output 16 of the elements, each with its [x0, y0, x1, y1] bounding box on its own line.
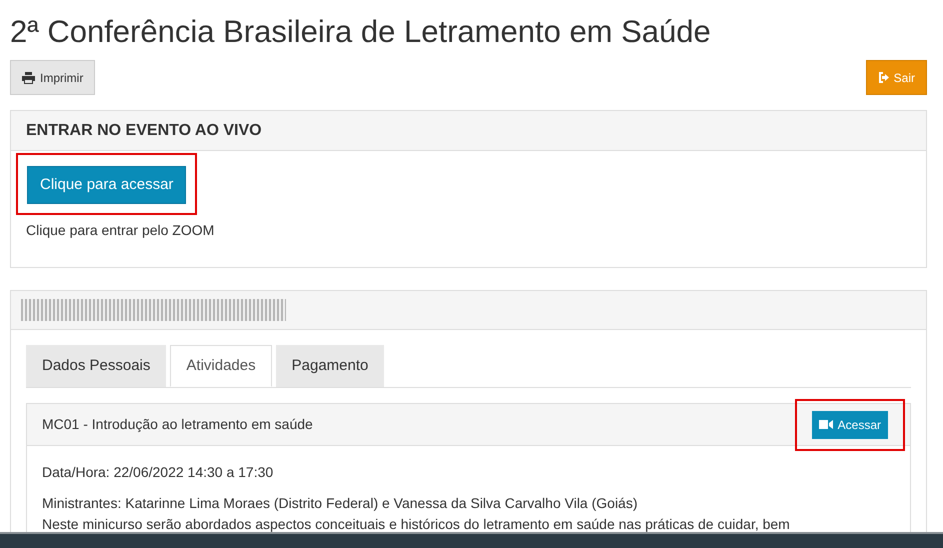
tab[interactable]: Dados Pessoais	[26, 345, 166, 387]
page-title: 2ª Conferência Brasileira de Letramento em Saúde	[10, 13, 711, 51]
activity-datetime: Data/Hora: 22/06/2022 14:30 a 17:30	[42, 463, 274, 482]
activity-description: Neste minicurso serão abordados aspectos conceituais e históricos do letramento em saúde nas práticas de cuidar, bem	[42, 515, 791, 534]
video-camera-icon	[818, 420, 833, 429]
print-button[interactable]: Imprimir	[10, 60, 96, 95]
access-button[interactable]: Clique para acessar	[27, 166, 186, 204]
zoom-instruction: Clique para entrar pelo ZOOM	[26, 221, 216, 240]
sign-out-icon	[878, 72, 891, 83]
panel-heading: ENTRAR NO EVENTO AO VIVO	[26, 120, 262, 140]
join-button[interactable]: Acessar	[812, 410, 888, 438]
printer-icon	[22, 72, 35, 84]
activity-speakers: Ministrantes: Katarinne Lima Moraes (Distrito Federal) e Vanessa da Silva Carvalho Vila (Goiás)	[42, 494, 639, 513]
tab[interactable]: Atividades	[170, 345, 272, 387]
activity-title: MC01 - Introdução ao letramento em saúde	[42, 415, 313, 434]
tab[interactable]: Pagamento	[276, 345, 384, 387]
